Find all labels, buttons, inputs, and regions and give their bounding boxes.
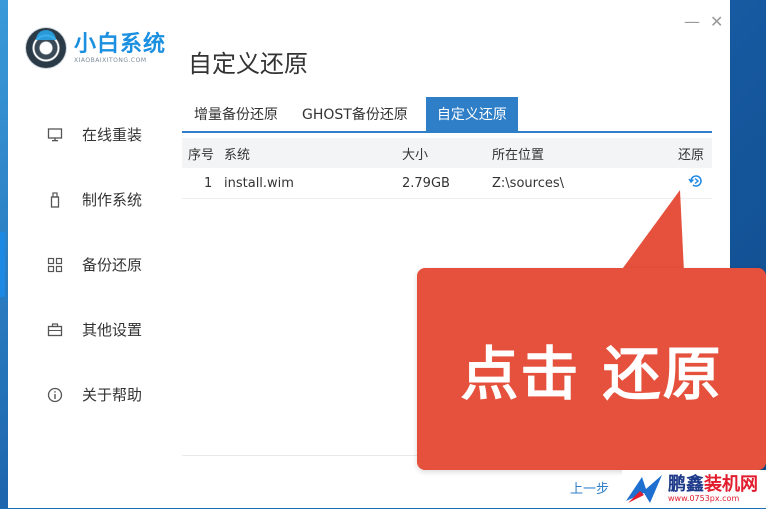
watermark-title-part1: 鹏鑫 xyxy=(668,473,704,495)
header-restore: 还原 xyxy=(677,147,704,163)
sidebar-item-online-reinstall[interactable]: 在线重装 xyxy=(8,102,168,167)
sidebar: 小白系统 XIAOBAIXITONG.COM 在线重装 制作系统 备份还原 其他… xyxy=(0,0,168,508)
header-system: 系统 xyxy=(224,147,251,163)
table-header: 序号 系统 大小 所在位置 还原 xyxy=(182,138,712,168)
close-icon[interactable]: ✕ xyxy=(710,12,723,31)
sidebar-item-make-system[interactable]: 制作系统 xyxy=(8,167,168,232)
watermark-logo-icon xyxy=(624,473,664,505)
logo-icon xyxy=(26,28,66,68)
sidebar-item-label: 在线重装 xyxy=(82,126,143,144)
tab-custom-restore[interactable]: 自定义还原 xyxy=(425,97,518,131)
tab-incremental-backup[interactable]: 增量备份还原 xyxy=(182,97,290,131)
watermark-url: www.0753px.com xyxy=(668,493,740,503)
callout-pointer xyxy=(620,190,684,272)
logo-title: 小白系统 xyxy=(74,31,167,57)
callout-text: 点击 还原 xyxy=(460,340,723,408)
page-title: 自定义还原 xyxy=(188,50,308,78)
sidebar-item-label: 备份还原 xyxy=(82,256,143,274)
header-index: 序号 xyxy=(188,147,215,163)
info-icon xyxy=(46,386,64,404)
header-location: 所在位置 xyxy=(492,147,545,163)
watermark: 鹏鑫装机网 www.0753px.com xyxy=(622,470,766,508)
cell-index: 1 xyxy=(204,175,213,191)
logo-subtitle: XIAOBAIXITONG.COM xyxy=(74,56,147,64)
cell-system: install.wim xyxy=(224,175,294,191)
sidebar-item-other-settings[interactable]: 其他设置 xyxy=(8,297,168,362)
tab-bar: 增量备份还原 GHOST备份还原 自定义还原 xyxy=(182,97,712,133)
sidebar-item-label: 制作系统 xyxy=(82,191,143,209)
sidebar-item-label: 其他设置 xyxy=(82,321,143,339)
minimize-icon[interactable]: — xyxy=(684,12,700,31)
sidebar-item-about-help[interactable]: 关于帮助 xyxy=(8,362,168,427)
usb-icon xyxy=(46,191,64,209)
prev-step-button[interactable]: 上一步 xyxy=(570,478,609,497)
sidebar-item-backup-restore[interactable]: 备份还原 xyxy=(0,232,168,297)
sidebar-item-label: 关于帮助 xyxy=(82,386,143,404)
grid-icon xyxy=(46,256,64,274)
tab-ghost-backup[interactable]: GHOST备份还原 xyxy=(290,97,420,131)
monitor-icon xyxy=(46,126,64,144)
cell-location: Z:\sources\ xyxy=(492,175,564,191)
cell-size: 2.79GB xyxy=(402,175,450,191)
header-size: 大小 xyxy=(402,147,429,163)
briefcase-icon xyxy=(46,321,64,339)
app-logo: 小白系统 XIAOBAIXITONG.COM xyxy=(26,28,166,68)
sidebar-nav: 在线重装 制作系统 备份还原 其他设置 关于帮助 xyxy=(0,102,168,427)
watermark-title-part2: 装机网 xyxy=(704,473,758,495)
callout-annotation: 点击 还原 xyxy=(417,268,766,470)
